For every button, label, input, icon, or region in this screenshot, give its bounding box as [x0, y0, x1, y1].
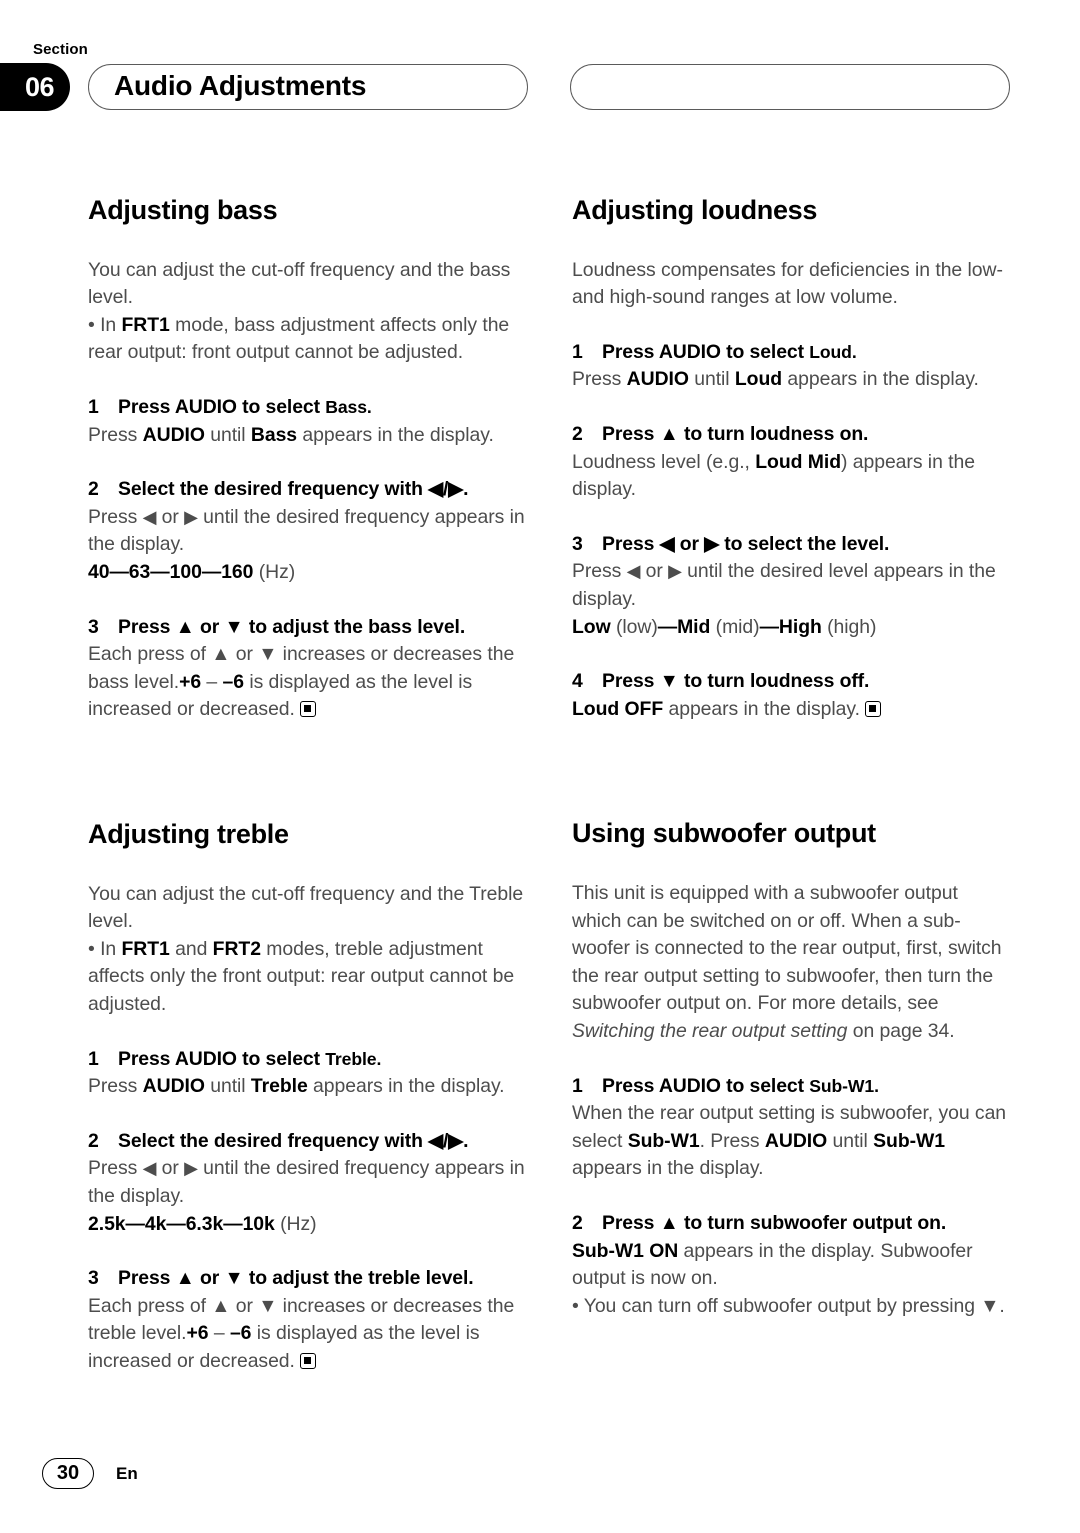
loudness-step-2: 2 Press ▲ to turn loudness on. Loudness l… [572, 421, 1012, 504]
treble-step-3-heading: 3 Press ▲ or ▼ to adjust the treble level… [88, 1267, 474, 1290]
loudness-step-4-body: Loud OFF appears in the display. [572, 696, 1012, 724]
treble-step-1-body: Press AUDIO until Treble appears in the … [88, 1075, 505, 1098]
subwoofer-step-1-heading: 1 Press AUDIO to select Sub-W1. [572, 1074, 879, 1097]
loudness-step-3-heading: 3 Press ◀ or ▶ to select the level. [572, 532, 890, 555]
treble-step-2-heading: 2 Select the desired frequency with ◀/▶. [88, 1129, 469, 1152]
subwoofer-step-2-bullet: • You can turn off subwoofer output by p… [572, 1294, 1005, 1317]
subwoofer-step-2-body: Sub-W1 ON appears in the display. Subwoo… [572, 1239, 973, 1290]
treble-step-3: 3 Press ▲ or ▼ to adjust the treble level… [88, 1265, 528, 1375]
bass-frequency-values: 40—63—100—160 (Hz) [88, 561, 296, 584]
bass-step-2-body: Press ◀ or ▶ until the desired frequency… [88, 505, 525, 556]
section-number-badge: 06 [0, 63, 70, 111]
heading-using-subwoofer-output: Using subwoofer output [572, 818, 876, 849]
loudness-step-1-body: Press AUDIO until Loud appears in the di… [572, 368, 979, 391]
end-of-section-marker [299, 1353, 316, 1369]
loudness-step-1: 1 Press AUDIO to select Loud. Press AUDIO… [572, 339, 1012, 394]
loudness-intro: Loudness compensates for deficiencies in… [572, 258, 1003, 309]
treble-step-2-body: Press ◀ or ▶ until the desired frequency… [88, 1157, 525, 1208]
loudness-level-values: Low (low)—Mid (mid)—High (high) [572, 615, 877, 638]
loudness-step-2-heading: 2 Press ▲ to turn loudness on. [572, 423, 869, 446]
treble-step-2: 2 Select the desired frequency with ◀/▶. … [88, 1128, 528, 1238]
bass-bullet: • In FRT1 mode, bass adjustment affects … [88, 313, 510, 364]
bass-step-2: 2 Select the desired frequency with ◀/▶. … [88, 476, 528, 586]
loudness-step-4: 4 Press ▼ to turn loudness off. Loud OFF … [572, 668, 1012, 723]
page-header: Section 06 Audio Adjustments [0, 0, 1080, 150]
loudness-step-2-body: Loudness level (e.g., Loud Mid) appears … [572, 450, 975, 501]
bass-step-1-body: Press AUDIO until Bass appears in the di… [88, 423, 494, 446]
loudness-step-1-heading: 1 Press AUDIO to select Loud. [572, 340, 857, 363]
loudness-step-3: 3 Press ◀ or ▶ to select the level. Press… [572, 531, 1012, 641]
treble-frequency-values: 2.5k—4k—6.3k—10k (Hz) [88, 1212, 317, 1235]
page-number: 30 [42, 1458, 94, 1489]
loudness-step-3-body: Press ◀ or ▶ until the desired level app… [572, 560, 996, 611]
bass-step-3-body: Each press of ▲ or ▼ increases or decrea… [88, 643, 515, 721]
page-footer: 30 En [42, 1458, 138, 1489]
bass-step-1-heading: 1 Press AUDIO to select Bass. [88, 396, 372, 419]
language-code: En [116, 1463, 138, 1483]
subwoofer-intro: This unit is equipped with a subwoofer o… [572, 882, 1002, 1043]
subwoofer-step-1-body: When the rear output setting is subwoofe… [572, 1102, 1007, 1180]
treble-step-1-heading: 1 Press AUDIO to select Treble. [88, 1047, 382, 1070]
treble-step-1: 1 Press AUDIO to select Treble. Press AUD… [88, 1046, 528, 1101]
bass-step-1: 1 Press AUDIO to select Bass. Press AUDIO… [88, 394, 528, 449]
heading-adjusting-treble: Adjusting treble [88, 819, 289, 849]
subwoofer-step-2: 2 Press ▲ to turn subwoofer output on. Su… [572, 1210, 1012, 1320]
section-label: Section [33, 41, 88, 58]
end-of-section-marker [299, 701, 316, 718]
heading-adjusting-bass: Adjusting bass [88, 195, 278, 225]
treble-intro: You can adjust the cut-off frequency and… [88, 882, 524, 933]
subwoofer-step-2-heading: 2 Press ▲ to turn subwoofer output on. [572, 1212, 947, 1235]
bass-step-3-heading: 3 Press ▲ or ▼ to adjust the bass level. [88, 615, 466, 638]
left-column: Adjusting bass You can adjust the cut-of… [88, 195, 528, 1376]
treble-step-3-body: Each press of ▲ or ▼ increases or decrea… [88, 1294, 515, 1372]
loudness-step-4-heading: 4 Press ▼ to turn loudness off. [572, 670, 870, 693]
bass-step-3: 3 Press ▲ or ▼ to adjust the bass level. … [88, 614, 528, 724]
bass-intro: You can adjust the cut-off frequency and… [88, 258, 511, 309]
end-of-section-marker [864, 700, 881, 717]
page-title: Audio Adjustments [114, 70, 367, 101]
heading-adjusting-loudness: Adjusting loudness [572, 195, 818, 225]
header-empty-pill [570, 64, 1010, 110]
treble-bullet: • In FRT1 and FRT2 modes, treble adjustm… [88, 937, 515, 1016]
subwoofer-step-1: 1 Press AUDIO to select Sub-W1. When the … [572, 1073, 1012, 1183]
bass-step-2-heading: 2 Select the desired frequency with ◀/▶. [88, 478, 469, 501]
right-column: Adjusting loudness Loudness compensates … [572, 195, 1012, 1320]
